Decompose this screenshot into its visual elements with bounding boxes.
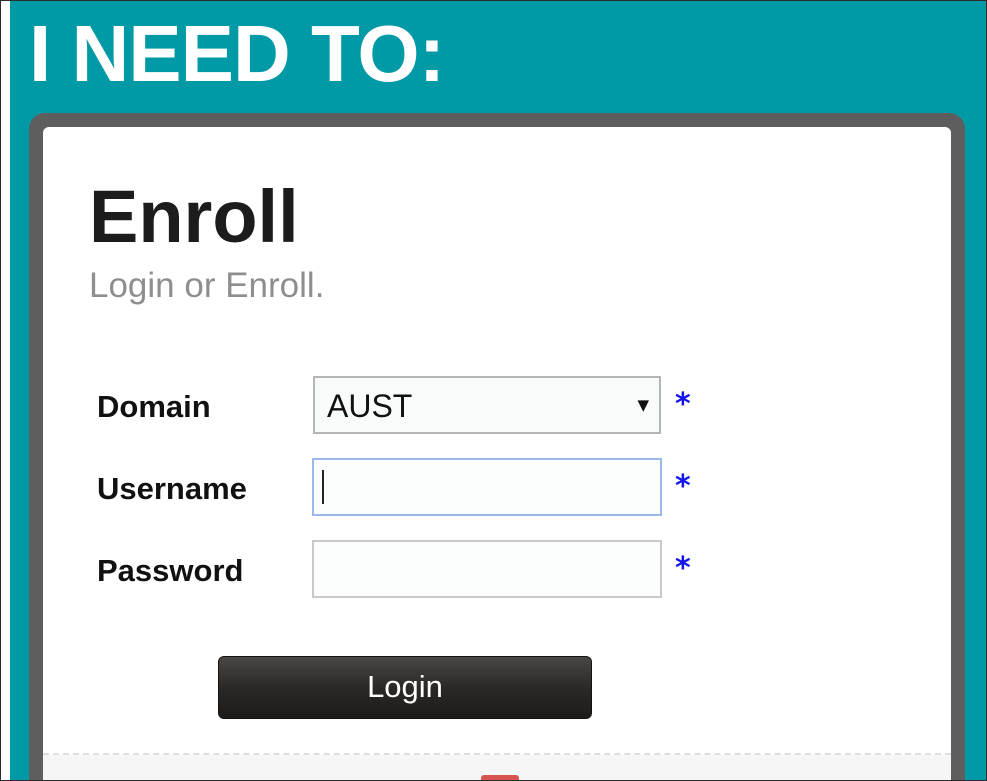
- text-cursor: [322, 470, 324, 504]
- page-heading: I NEED TO:: [29, 9, 445, 98]
- username-input[interactable]: [312, 458, 662, 516]
- password-label: Password: [97, 553, 244, 588]
- app-window: I NEED TO: Enroll Login or Enroll. Domai…: [0, 0, 987, 781]
- domain-select[interactable]: AUST ▼: [313, 376, 661, 434]
- panel-subtitle: Login or Enroll.: [89, 266, 325, 305]
- password-required-marker: *: [675, 551, 691, 586]
- login-button-label: Login: [367, 669, 443, 704]
- login-button[interactable]: Login: [218, 656, 592, 719]
- footer-tab: [481, 775, 519, 780]
- window-edge: [1, 1, 10, 780]
- domain-label: Domain: [97, 389, 211, 424]
- chevron-down-icon: ▼: [637, 396, 649, 414]
- domain-required-marker: *: [675, 387, 691, 422]
- password-input[interactable]: [312, 540, 662, 598]
- enroll-panel: Enroll Login or Enroll. Domain AUST ▼ * …: [43, 127, 951, 780]
- username-label: Username: [97, 471, 247, 506]
- panel-title: Enroll: [89, 175, 299, 258]
- username-required-marker: *: [675, 469, 691, 504]
- domain-selected-value: AUST: [327, 388, 413, 424]
